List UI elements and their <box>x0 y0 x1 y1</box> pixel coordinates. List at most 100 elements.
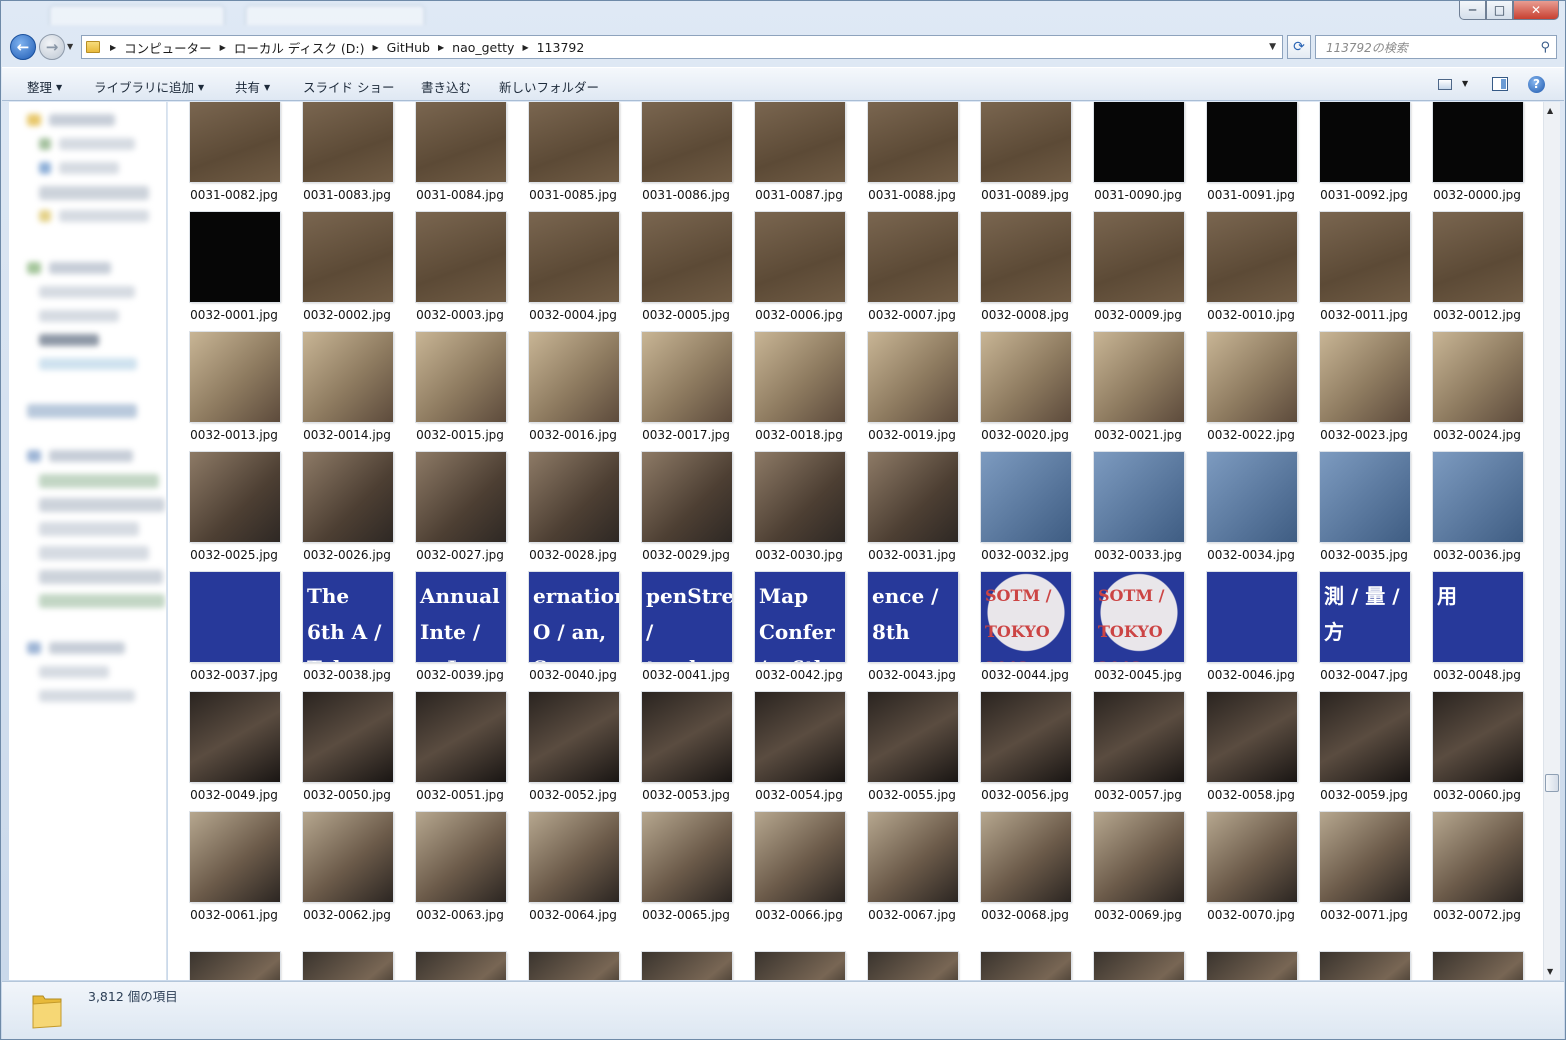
vertical-scrollbar[interactable]: ▲ ▼ <box>1543 102 1560 980</box>
file-tile[interactable]: 0032-0061.jpg <box>180 812 288 928</box>
nav-item[interactable] <box>39 358 137 370</box>
image-thumbnail[interactable] <box>642 952 732 980</box>
favorites-icon[interactable] <box>27 114 41 126</box>
nav-item[interactable] <box>27 404 137 418</box>
file-tile[interactable]: 0032-0070.jpg <box>1197 812 1305 928</box>
image-thumbnail[interactable] <box>529 692 619 782</box>
slideshow-button[interactable]: スライド ショー <box>303 77 394 96</box>
image-thumbnail[interactable] <box>981 212 1071 302</box>
image-thumbnail[interactable] <box>981 332 1071 422</box>
file-tile[interactable]: Annual Inte / o, Japa 0032-0039.jpg <box>406 572 514 688</box>
file-tile[interactable]: 0032-0023.jpg <box>1310 332 1418 448</box>
chevron-right-icon[interactable]: ▶ <box>518 43 532 52</box>
scrollbar-thumb[interactable] <box>1545 774 1559 792</box>
image-thumbnail[interactable] <box>1433 212 1523 302</box>
file-tile[interactable]: 0032-0006.jpg <box>745 212 853 328</box>
image-thumbnail[interactable] <box>416 952 506 980</box>
breadcrumb-computer[interactable]: コンピューター <box>120 38 216 57</box>
help-icon[interactable]: ? <box>1528 76 1545 93</box>
scroll-down-icon[interactable]: ▼ <box>1547 967 1553 976</box>
image-thumbnail[interactable] <box>868 102 958 182</box>
image-thumbnail[interactable] <box>416 812 506 902</box>
file-tile[interactable]: 0032-0027.jpg <box>406 452 514 568</box>
image-thumbnail[interactable] <box>868 692 958 782</box>
nav-item[interactable] <box>59 162 119 174</box>
nav-item[interactable] <box>49 642 125 654</box>
image-thumbnail[interactable] <box>190 952 280 980</box>
search-input[interactable]: 113792の検索 ⚲ <box>1315 35 1557 59</box>
nav-item[interactable] <box>39 570 163 584</box>
file-tile[interactable]: 0031-0089.jpg <box>971 102 1079 208</box>
image-thumbnail[interactable] <box>1094 812 1184 902</box>
file-tile[interactable]: 0032-0062.jpg <box>293 812 401 928</box>
libraries-icon[interactable] <box>27 262 41 274</box>
image-thumbnail[interactable] <box>981 692 1071 782</box>
image-thumbnail[interactable] <box>190 812 280 902</box>
image-thumbnail[interactable] <box>755 212 845 302</box>
image-thumbnail[interactable] <box>1320 102 1410 182</box>
file-tile[interactable]: 0032-0024.jpg <box>1423 332 1531 448</box>
minimize-button[interactable]: ─ <box>1459 1 1486 20</box>
breadcrumb-github[interactable]: GitHub <box>383 40 434 55</box>
image-thumbnail[interactable] <box>1320 812 1410 902</box>
image-thumbnail[interactable] <box>1433 332 1523 422</box>
image-thumbnail[interactable] <box>755 452 845 542</box>
nav-item[interactable] <box>49 114 115 126</box>
file-tile[interactable]: 0032-0019.jpg <box>858 332 966 448</box>
image-thumbnail[interactable] <box>981 952 1071 980</box>
file-tile[interactable]: 0032-0002.jpg <box>293 212 401 328</box>
file-tile[interactable]: 0032-0008.jpg <box>971 212 1079 328</box>
image-thumbnail[interactable] <box>1433 952 1523 980</box>
file-tile[interactable]: 0032-0064.jpg <box>519 812 627 928</box>
file-tile[interactable]: 0032-0069.jpg <box>1084 812 1192 928</box>
breadcrumb-nao-getty[interactable]: nao_getty <box>448 40 518 55</box>
image-thumbnail[interactable] <box>868 812 958 902</box>
file-tile[interactable]: 0032-0028.jpg <box>519 452 627 568</box>
file-tile[interactable]: SOTM / TOKYO 2012 0032-0045.jpg <box>1084 572 1192 688</box>
nav-item[interactable] <box>39 186 149 200</box>
image-thumbnail[interactable] <box>1207 952 1297 980</box>
image-thumbnail[interactable] <box>1433 692 1523 782</box>
image-thumbnail[interactable]: ernational O / an, Sep <box>529 572 619 662</box>
image-thumbnail[interactable] <box>642 812 732 902</box>
image-thumbnail[interactable] <box>529 102 619 182</box>
view-options-dropdown[interactable]: ▼ <box>1462 79 1468 88</box>
chevron-right-icon[interactable]: ▶ <box>216 43 230 52</box>
image-thumbnail[interactable] <box>1433 812 1523 902</box>
image-thumbnail[interactable]: SOTM / TOKYO 2012 <box>1094 572 1184 662</box>
image-thumbnail[interactable] <box>755 102 845 182</box>
file-tile[interactable]: 0032-0009.jpg <box>1084 212 1192 328</box>
file-tile[interactable]: 0032-0055.jpg <box>858 692 966 808</box>
image-thumbnail[interactable] <box>1207 212 1297 302</box>
image-thumbnail[interactable] <box>1094 102 1184 182</box>
file-tile[interactable]: 0032-0025.jpg <box>180 452 288 568</box>
breadcrumb-113792[interactable]: 113792 <box>533 40 589 55</box>
image-thumbnail[interactable] <box>303 102 393 182</box>
image-thumbnail[interactable] <box>981 812 1071 902</box>
file-tile[interactable]: 0032-0010.jpg <box>1197 212 1305 328</box>
chevron-right-icon[interactable]: ▶ <box>434 43 448 52</box>
image-thumbnail[interactable]: Map Confer / r 6th – <box>755 572 845 662</box>
file-tile[interactable]: ence / 8th 0032-0043.jpg <box>858 572 966 688</box>
image-thumbnail[interactable] <box>303 212 393 302</box>
image-thumbnail[interactable] <box>1207 452 1297 542</box>
image-thumbnail[interactable] <box>1207 812 1297 902</box>
file-tile[interactable]: 0032-0037.jpg <box>180 572 288 688</box>
add-to-library-button[interactable]: ライブラリに追加 ▼ <box>94 77 204 96</box>
image-thumbnail[interactable] <box>755 952 845 980</box>
file-tile[interactable]: 0032-0050.jpg <box>293 692 401 808</box>
file-tile[interactable]: 0032-0021.jpg <box>1084 332 1192 448</box>
image-thumbnail[interactable] <box>981 102 1071 182</box>
breadcrumb-local-disk[interactable]: ローカル ディスク (D:) <box>230 38 369 57</box>
image-thumbnail[interactable] <box>529 952 619 980</box>
file-tile[interactable]: 0032-0032.jpg <box>971 452 1079 568</box>
image-thumbnail[interactable] <box>1094 692 1184 782</box>
computer-icon[interactable] <box>27 450 41 462</box>
file-tile[interactable]: 0032-0022.jpg <box>1197 332 1305 448</box>
image-thumbnail[interactable] <box>1320 452 1410 542</box>
image-thumbnail[interactable] <box>1320 692 1410 782</box>
recent-pages-dropdown[interactable]: ▼ <box>67 42 73 51</box>
file-tile[interactable]: 0032-0034.jpg <box>1197 452 1305 568</box>
file-tile[interactable]: 0032-0016.jpg <box>519 332 627 448</box>
file-tile[interactable]: 0032-0056.jpg <box>971 692 1079 808</box>
